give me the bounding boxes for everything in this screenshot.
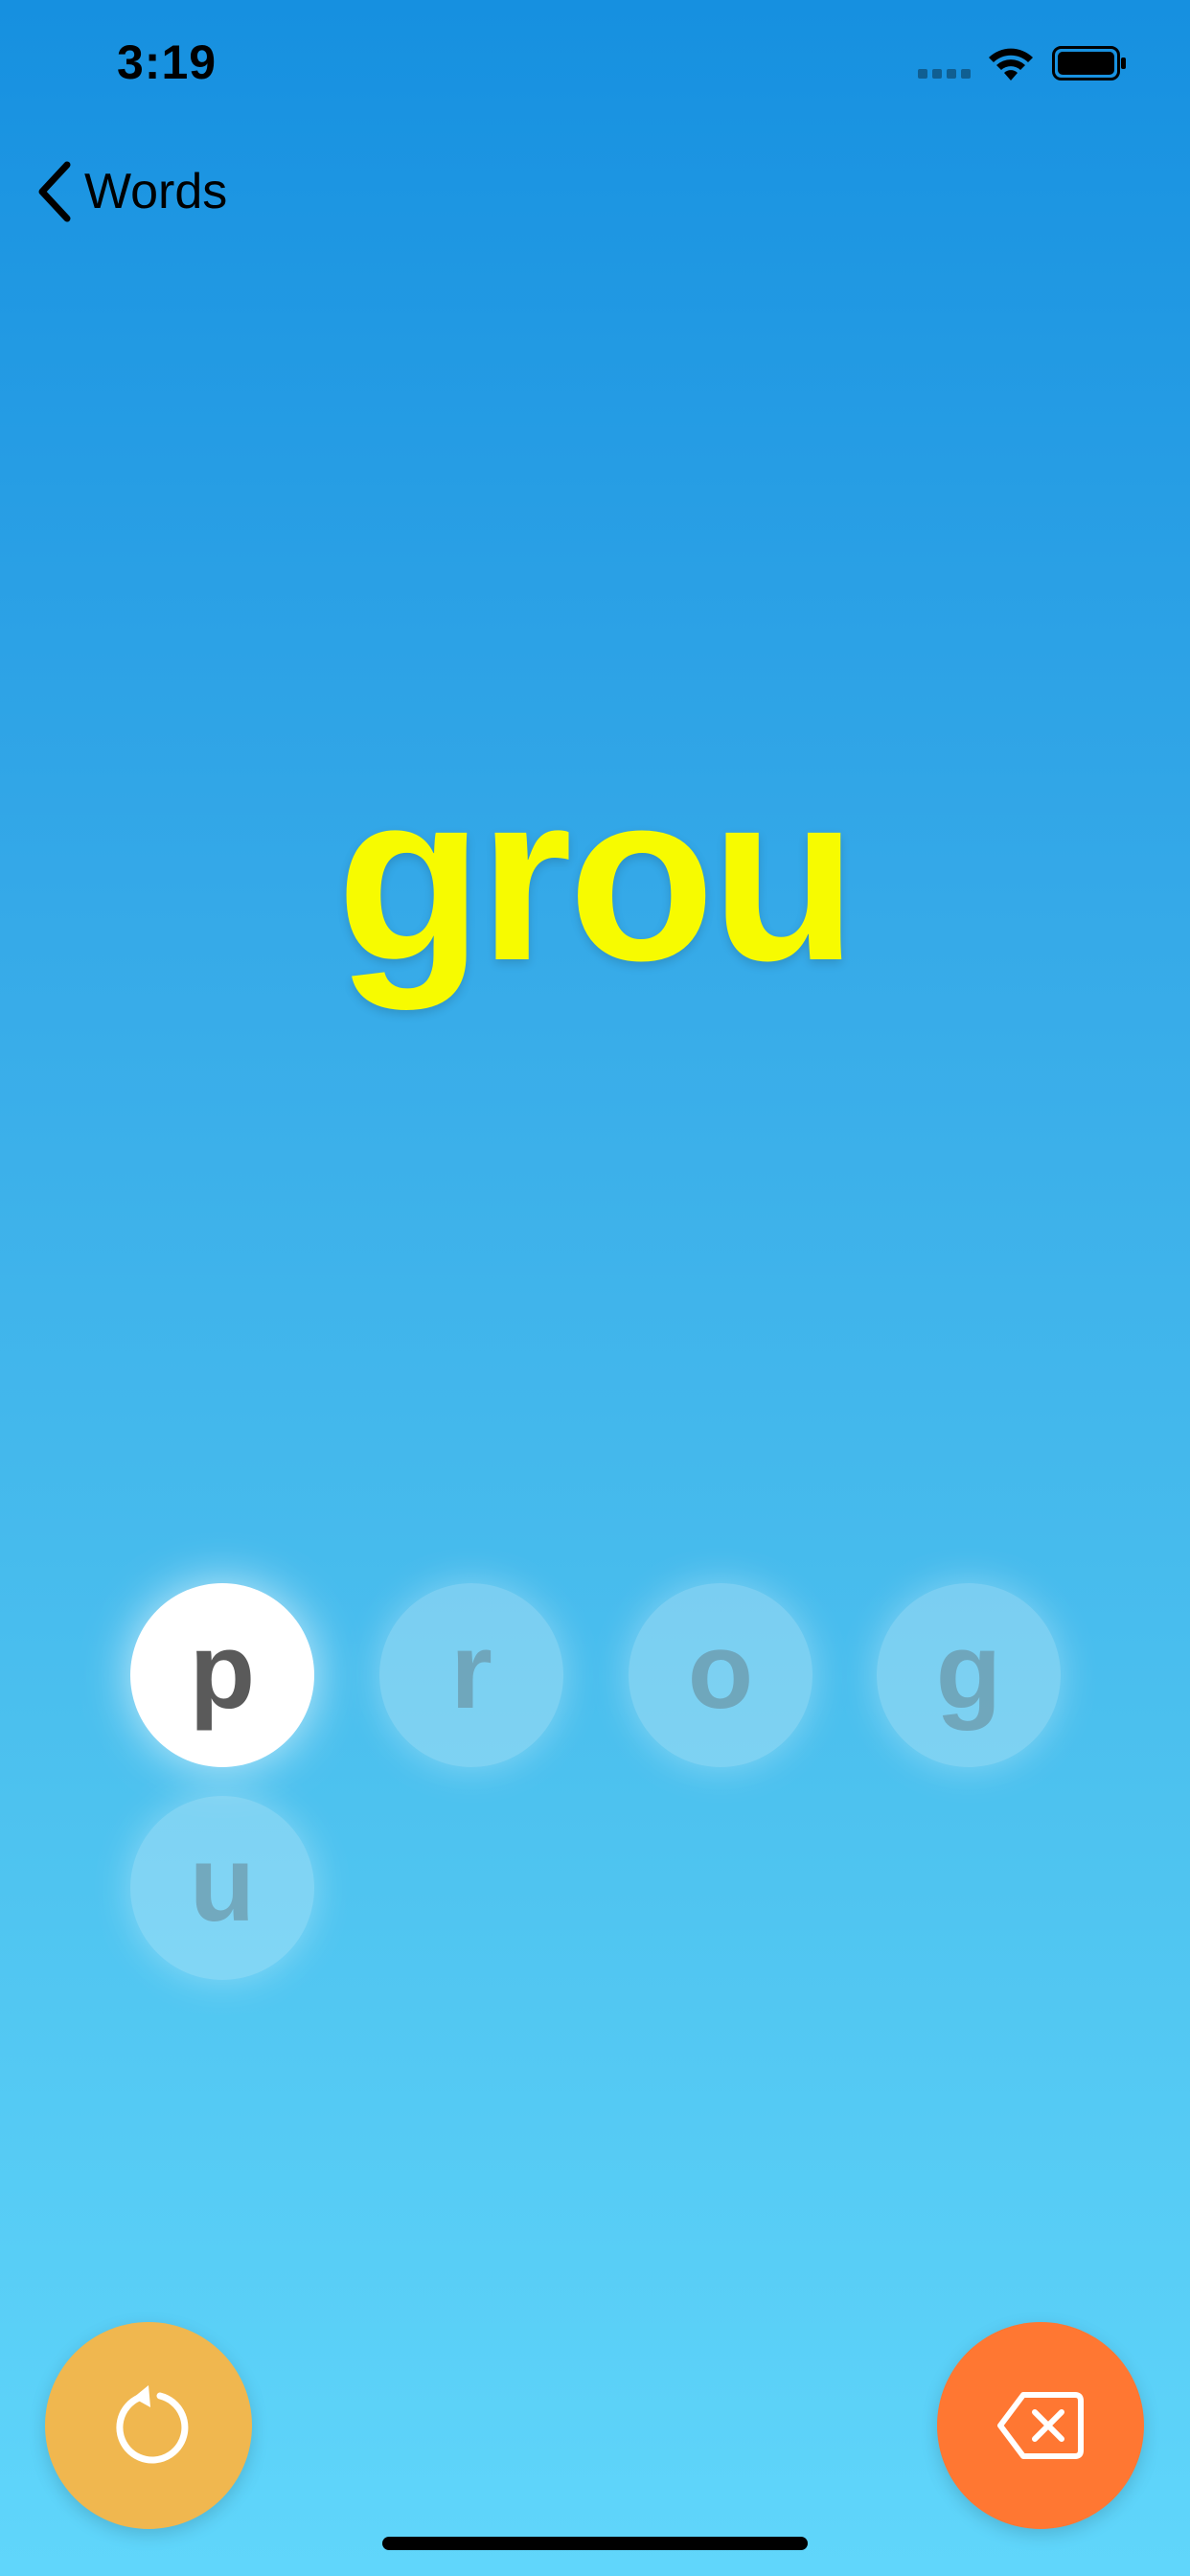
letter-tile-label: g bbox=[935, 1610, 1002, 1731]
status-bar: 3:19 bbox=[0, 0, 1190, 134]
letter-tile-label: p bbox=[189, 1610, 256, 1731]
letter-tile-p[interactable]: p bbox=[130, 1583, 314, 1767]
letter-tile-o[interactable]: o bbox=[629, 1583, 812, 1767]
delete-backspace-icon bbox=[997, 2392, 1084, 2459]
letter-tile-label: u bbox=[189, 1823, 256, 1944]
current-word: grou bbox=[336, 743, 857, 1010]
wifi-icon bbox=[989, 48, 1033, 80]
back-label: Words bbox=[84, 164, 228, 219]
reset-button[interactable] bbox=[45, 2322, 252, 2529]
chevron-left-icon bbox=[38, 161, 71, 222]
rotate-ccw-icon bbox=[116, 2385, 189, 2464]
delete-button[interactable] bbox=[937, 2322, 1144, 2529]
letter-tile-label: o bbox=[687, 1610, 754, 1731]
cellular-signal-icon bbox=[918, 69, 972, 80]
battery-icon bbox=[1052, 46, 1126, 80]
letter-tile-u[interactable]: u bbox=[130, 1796, 314, 1980]
letter-tile-label: r bbox=[450, 1610, 492, 1731]
back-button[interactable]: Words bbox=[33, 153, 227, 230]
home-indicator bbox=[382, 2537, 808, 2550]
letter-tile-g[interactable]: g bbox=[877, 1583, 1061, 1767]
letter-tile-r[interactable]: r bbox=[379, 1583, 563, 1767]
status-time: 3:19 bbox=[117, 35, 217, 89]
